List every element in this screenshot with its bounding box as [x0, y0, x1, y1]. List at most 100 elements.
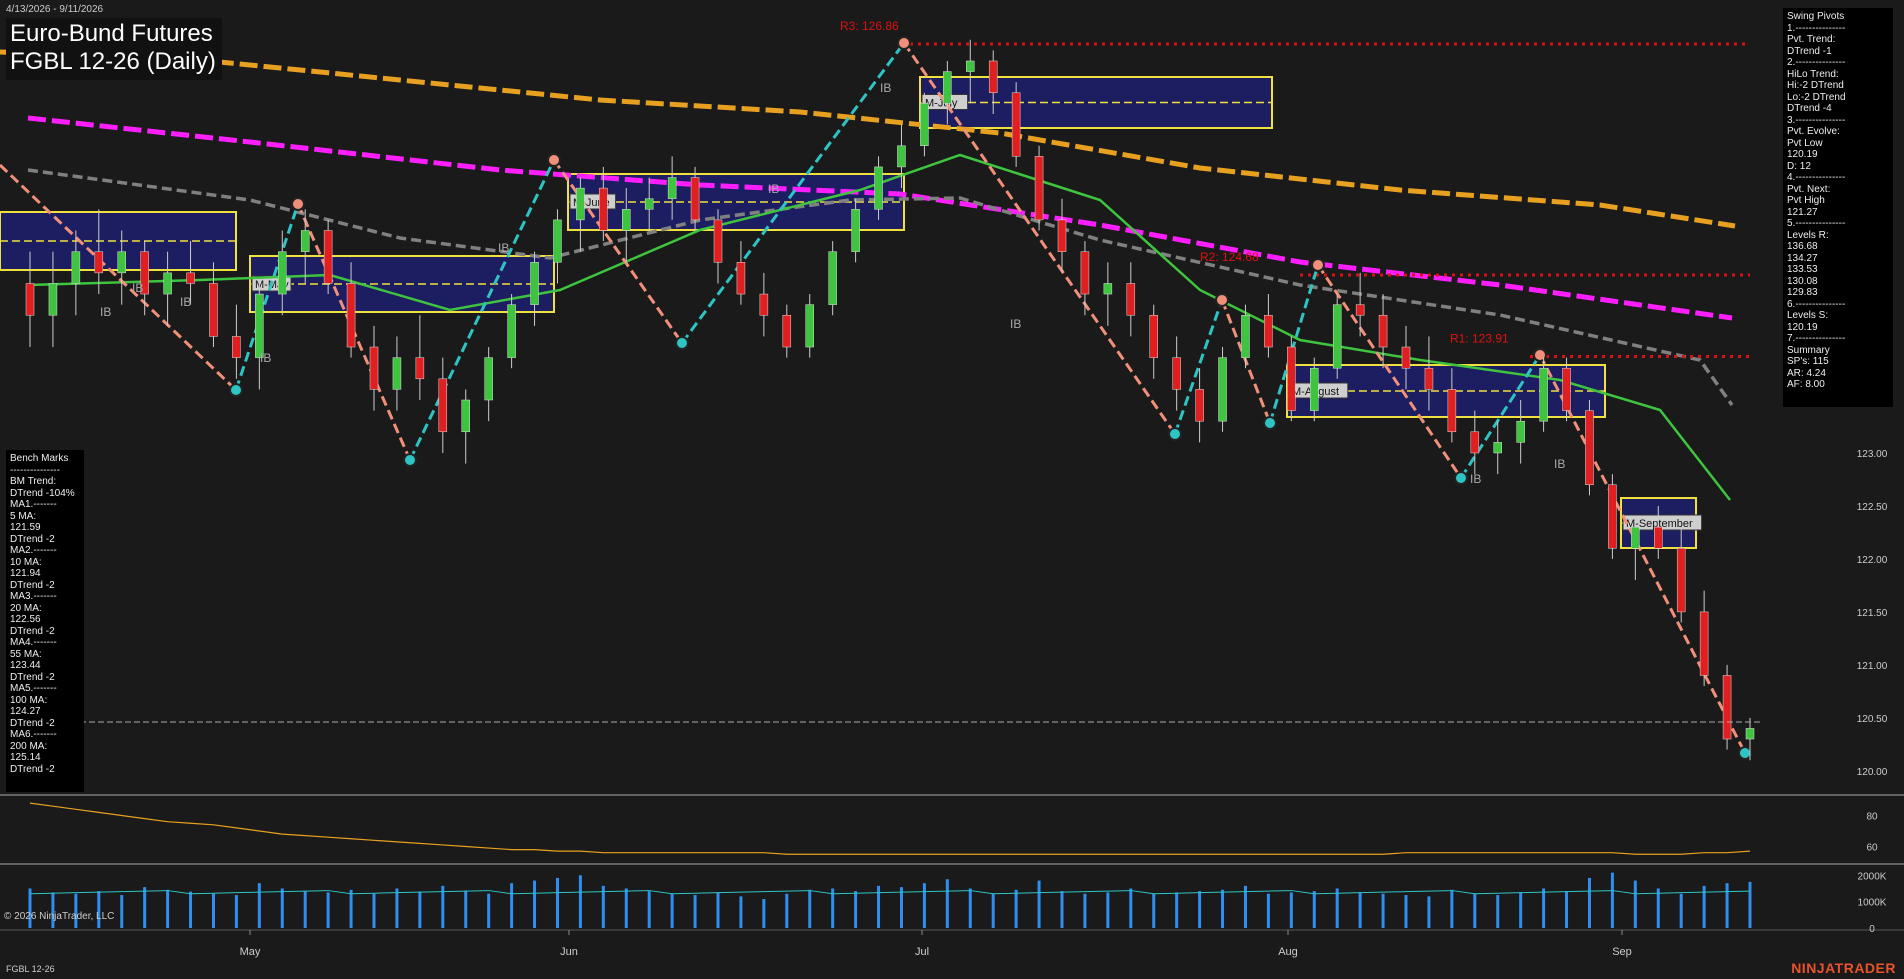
ib-marker-label: IB	[1554, 457, 1565, 471]
panel-line: 133.53	[1787, 264, 1818, 275]
ib-marker-label: IB	[1010, 317, 1021, 331]
candle-body	[117, 251, 126, 274]
candle-body	[851, 209, 860, 252]
swing-pivot-marker	[897, 36, 911, 50]
panel-line: Bench Marks	[10, 453, 69, 464]
candle-body	[1241, 314, 1250, 358]
candle-body	[828, 251, 837, 305]
candle-body	[782, 314, 792, 348]
panel-line: 120.19	[1787, 149, 1818, 160]
panel-line: Summary	[1787, 344, 1830, 356]
candle-body	[897, 145, 906, 168]
candle-body	[1034, 156, 1044, 221]
ib-marker-label: IB	[180, 295, 191, 309]
candle-body	[667, 177, 677, 199]
candle-body	[278, 251, 287, 295]
swing-line	[0, 163, 238, 392]
resistance-label: R3: 126.86	[840, 19, 899, 33]
candle-body	[759, 293, 769, 316]
panel-line: 200 MA:	[10, 740, 48, 752]
panel-line: 20 MA:	[10, 602, 42, 614]
candle-body	[1585, 410, 1594, 486]
panel-line: DTrend -2	[10, 717, 55, 729]
panel-line: AF: 8.00	[1787, 379, 1825, 390]
osc-tick-label: 80	[1866, 812, 1878, 823]
candle-body	[920, 103, 929, 146]
candle-body	[369, 346, 379, 390]
candle-body	[1699, 611, 1709, 676]
panel-line: 122.56	[10, 614, 41, 625]
panel-line: 10 MA:	[10, 556, 42, 568]
candle-body	[943, 71, 952, 104]
ib-marker-label: IB	[880, 81, 891, 95]
candle-body	[1080, 251, 1090, 295]
panel-line: Lo:-2 DTrend	[1787, 91, 1846, 103]
candle-body	[163, 272, 172, 295]
panel-line: 55 MA:	[10, 648, 42, 660]
ib-marker-label: IB	[260, 351, 271, 365]
x-tick-label: Jul	[915, 946, 929, 958]
candle-body	[690, 177, 700, 221]
candle-body	[1539, 367, 1548, 422]
panel-line: 1.---------------	[1787, 22, 1846, 34]
symbol-timeframe: FGBL 12-26 (Daily)	[10, 48, 216, 75]
panel-line: 121.27	[1787, 206, 1818, 218]
panel-line: DTrend -2	[10, 763, 55, 775]
y-tick-label: 121.00	[1857, 661, 1888, 672]
candle-body	[186, 272, 195, 284]
panel-line: HiLo Trend:	[1787, 68, 1839, 80]
candle-body	[1126, 283, 1136, 316]
panel-line: Pvt High	[1787, 195, 1825, 206]
x-tick-label: Aug	[1278, 946, 1298, 958]
chart-canvas: 120.00 120.50 121.00 121.50 122.00 122.50 123.…	[0, 19, 1904, 958]
candle-body	[1424, 367, 1434, 390]
panel-line: MA6.-------	[10, 729, 57, 740]
candle-body	[966, 60, 975, 72]
panel-line: 121.94	[10, 568, 41, 579]
panel-line: 3.---------------	[1787, 114, 1846, 126]
candle-body	[599, 187, 608, 231]
candle-body	[300, 230, 310, 252]
candle-body	[1562, 367, 1571, 411]
bench-marks-panel: Bench Marks --------------- BM Trend: DTren…	[6, 450, 84, 792]
panel-line: 4.---------------	[1787, 172, 1846, 183]
panel-line: 124.27	[10, 706, 41, 717]
panel-line: DTrend -104%	[10, 487, 75, 499]
panel-line: AR: 4.24	[1787, 367, 1826, 379]
candle-body	[392, 357, 402, 390]
swing-pivot-marker	[229, 383, 243, 397]
swing-pivot-marker	[675, 336, 689, 350]
panel-line: 5.---------------	[1787, 218, 1846, 229]
panel-line: 6.---------------	[1787, 298, 1846, 310]
swing-pivot-marker	[1738, 746, 1752, 760]
candle-body	[25, 283, 35, 316]
resistance-label: R2: 124.68	[1200, 250, 1259, 264]
panel-line: 129.83	[1787, 287, 1818, 298]
panel-line: DTrend -2	[10, 579, 55, 591]
candle-body	[323, 230, 333, 284]
panel-line: Pvt Low	[1787, 137, 1823, 149]
candle-body	[1745, 728, 1755, 740]
candle-body	[1378, 314, 1388, 348]
candle-body	[988, 60, 998, 94]
panel-line: 136.68	[1787, 241, 1818, 252]
y-tick-label: 120.00	[1857, 767, 1888, 778]
candle-body	[48, 283, 58, 316]
panel-line: DTrend -2	[10, 533, 55, 545]
panel-line: 100 MA:	[10, 694, 48, 706]
candle-body	[1631, 526, 1640, 549]
panel-line: BM Trend:	[10, 476, 57, 487]
candle-body	[874, 166, 883, 210]
candle-body	[507, 304, 516, 358]
candle-body	[1195, 389, 1204, 422]
swing-pivot-marker	[1454, 471, 1468, 485]
panel-line: 5 MA:	[10, 510, 37, 522]
y-tick-label: 123.00	[1857, 449, 1888, 460]
panel-line: MA2.-------	[10, 545, 57, 556]
panel-line: Pvt. Next:	[1787, 183, 1831, 195]
ib-marker-label: IB	[100, 305, 111, 319]
candle-body	[461, 399, 470, 433]
candle-body	[1264, 314, 1273, 348]
panel-line: 130.08	[1787, 275, 1818, 287]
candle-body	[1332, 304, 1342, 369]
